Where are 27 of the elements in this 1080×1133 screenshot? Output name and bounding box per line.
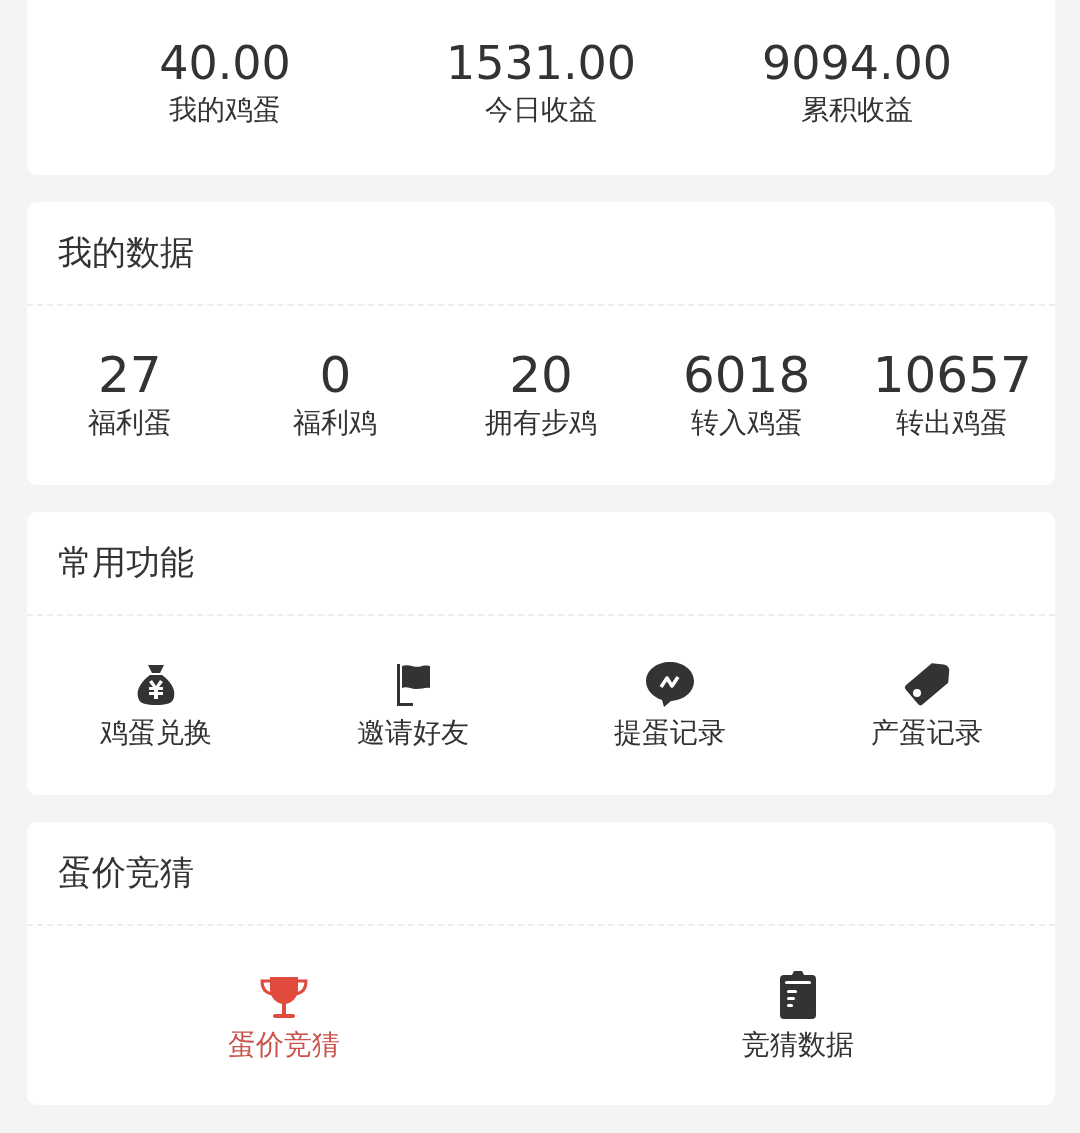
summary-label: 今日收益 <box>485 92 597 128</box>
section-title: 蛋价竞猜 <box>58 851 194 894</box>
feature-button[interactable]: 邀请好友 <box>356 656 469 751</box>
summary-value: 1531.00 <box>445 36 637 90</box>
stat-value: 10657 <box>872 345 1032 404</box>
feature-button[interactable]: 产蛋记录 <box>870 656 983 751</box>
section-title: 我的数据 <box>58 231 194 274</box>
stat-value: 27 <box>98 345 162 404</box>
stat-value: 20 <box>509 345 573 404</box>
stat-label: 转出鸡蛋 <box>896 404 1009 441</box>
stat-label: 转入鸡蛋 <box>690 404 803 441</box>
tab-button[interactable]: 竞猜数据 <box>742 968 854 1063</box>
stat-value: 0 <box>319 345 352 404</box>
summary-value: 9094.00 <box>761 36 953 90</box>
stat-label: 福利蛋 <box>87 404 172 441</box>
clipboard-icon <box>778 968 818 1021</box>
stat-value: 6018 <box>682 345 811 404</box>
summary-label: 我的鸡蛋 <box>169 92 281 128</box>
section-title: 常用功能 <box>58 541 194 584</box>
summary-value: 40.00 <box>159 36 291 90</box>
feature-button[interactable]: 鸡蛋兑换 <box>99 656 212 751</box>
trophy-icon <box>258 974 310 1021</box>
feature-button[interactable]: 提蛋记录 <box>613 656 726 751</box>
summary-label: 累积收益 <box>801 92 913 128</box>
stat-label: 拥有步鸡 <box>485 404 597 441</box>
tab-button[interactable]: 蛋价竞猜 <box>228 968 340 1063</box>
stat-label: 福利鸡 <box>293 404 378 441</box>
